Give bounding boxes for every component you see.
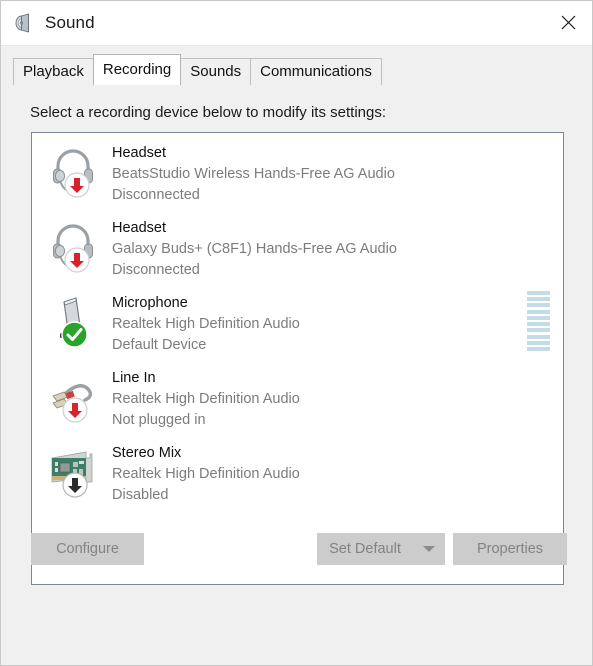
tab-sounds[interactable]: Sounds [180, 58, 252, 85]
volume-level-meter [527, 291, 550, 351]
device-list-item[interactable]: Stereo Mix Realtek High Definition Audio… [32, 433, 563, 508]
recording-tab-pane: Select a recording device below to modif… [1, 85, 592, 585]
properties-button[interactable]: Properties [453, 533, 567, 565]
device-description: Realtek High Definition Audio [112, 466, 300, 482]
device-status: Default Device [112, 337, 207, 353]
device-text-block: Headset BeatsStudio Wireless Hands-Free … [112, 143, 395, 206]
device-name: Microphone [112, 295, 188, 311]
tab-playback[interactable]: Playback [13, 58, 94, 85]
close-button[interactable] [545, 1, 592, 44]
instruction-text: Select a recording device below to modif… [30, 104, 387, 121]
line-in-jack-icon [46, 367, 102, 423]
device-status: Disabled [112, 487, 169, 503]
black-down-arrow-badge [62, 472, 88, 498]
red-down-arrow-badge [64, 247, 90, 273]
device-name: Stereo Mix [112, 445, 182, 461]
device-description: Realtek High Definition Audio [112, 316, 300, 332]
meter-segment [527, 303, 550, 308]
red-down-arrow-badge [62, 397, 88, 423]
tab-communications[interactable]: Communications [250, 58, 382, 85]
window-title: Sound [45, 13, 95, 32]
device-name: Headset [112, 220, 167, 236]
device-list-item[interactable]: Headset Galaxy Buds+ (C8F1) Hands-Free A… [32, 208, 563, 283]
set-default-button[interactable]: Set Default [317, 533, 412, 565]
meter-segment [527, 340, 550, 345]
red-down-arrow-badge [64, 172, 90, 198]
device-name: Line In [112, 370, 156, 386]
sound-card-icon [46, 442, 102, 498]
device-list-item[interactable]: Headset BeatsStudio Wireless Hands-Free … [32, 133, 563, 208]
microphone-icon [46, 292, 102, 348]
device-text-block: Microphone Realtek High Definition Audio… [112, 293, 300, 356]
meter-segment [527, 334, 550, 339]
meter-segment [527, 322, 550, 327]
meter-segment [527, 346, 550, 351]
green-check-badge [61, 321, 88, 348]
headset-icon [46, 217, 102, 273]
device-text-block: Headset Galaxy Buds+ (C8F1) Hands-Free A… [112, 218, 397, 281]
close-icon [561, 15, 576, 30]
headset-icon [46, 142, 102, 198]
title-bar: Sound [1, 1, 592, 46]
device-description: Galaxy Buds+ (C8F1) Hands-Free AG Audio [112, 241, 397, 257]
device-text-block: Stereo Mix Realtek High Definition Audio… [112, 443, 300, 506]
device-text-block: Line In Realtek High Definition Audio No… [112, 368, 300, 431]
set-default-dropdown-button[interactable] [412, 533, 445, 565]
meter-segment [527, 309, 550, 314]
meter-segment [527, 297, 550, 302]
meter-segment [527, 315, 550, 320]
device-description: BeatsStudio Wireless Hands-Free AG Audio [112, 166, 395, 182]
device-status: Disconnected [112, 262, 200, 278]
meter-segment [527, 328, 550, 333]
sound-dialog-window: Sound Playback Recording Sounds Communic… [0, 0, 593, 666]
chevron-down-icon [422, 546, 435, 552]
device-status: Disconnected [112, 187, 200, 203]
configure-button[interactable]: Configure [31, 533, 144, 565]
meter-segment [527, 291, 550, 295]
dialog-button-bar: Configure Set Default Properties [1, 521, 592, 585]
device-list-item[interactable]: Line In Realtek High Definition Audio No… [32, 358, 563, 433]
recording-device-list[interactable]: Headset BeatsStudio Wireless Hands-Free … [31, 132, 564, 585]
speaker-icon [13, 12, 35, 34]
device-status: Not plugged in [112, 412, 206, 428]
device-description: Realtek High Definition Audio [112, 391, 300, 407]
tab-strip: Playback Recording Sounds Communications [1, 54, 592, 85]
device-list-item[interactable]: Microphone Realtek High Definition Audio… [32, 283, 563, 358]
tab-recording[interactable]: Recording [92, 54, 182, 85]
device-name: Headset [112, 145, 167, 161]
